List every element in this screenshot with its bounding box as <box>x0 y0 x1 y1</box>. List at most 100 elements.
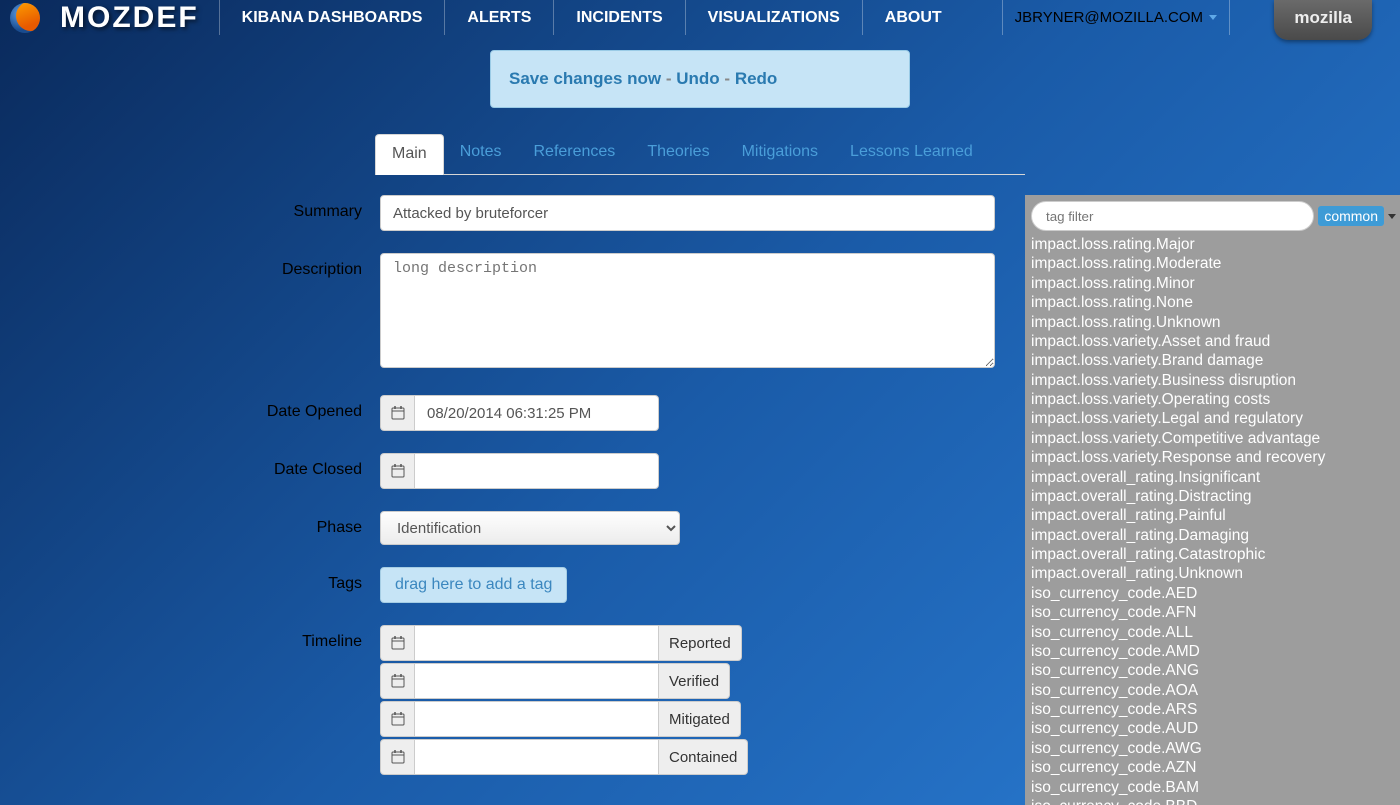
calendar-icon[interactable] <box>380 663 414 699</box>
nav-link-kibana-dashboards[interactable]: KIBANA DASHBOARDS <box>219 0 445 35</box>
timeline-mitigated-label: Mitigated <box>659 701 741 737</box>
tab-mitigations[interactable]: Mitigations <box>726 133 834 174</box>
date-closed-label: Date Closed <box>50 453 380 479</box>
tag-item[interactable]: impact.overall_rating.Damaging <box>1031 526 1396 545</box>
tag-item[interactable]: iso_currency_code.AED <box>1031 584 1396 603</box>
tag-item[interactable]: iso_currency_code.AFN <box>1031 603 1396 622</box>
tags-label: Tags <box>50 567 380 593</box>
timeline-row: Reported <box>380 625 1025 661</box>
tag-panel: common impact.loss.rating.Majorimpact.lo… <box>1025 195 1400 805</box>
tag-item[interactable]: impact.loss.rating.Moderate <box>1031 254 1396 273</box>
tag-item[interactable]: impact.loss.variety.Competitive advantag… <box>1031 429 1396 448</box>
mozilla-tab[interactable]: mozilla <box>1274 0 1372 40</box>
tag-item[interactable]: impact.loss.rating.Major <box>1031 235 1396 254</box>
tag-item[interactable]: iso_currency_code.AUD <box>1031 719 1396 738</box>
chevron-down-icon <box>1209 15 1217 20</box>
tag-item[interactable]: iso_currency_code.AWG <box>1031 739 1396 758</box>
tag-item[interactable]: impact.loss.rating.None <box>1031 293 1396 312</box>
tag-item[interactable]: impact.loss.variety.Response and recover… <box>1031 448 1396 467</box>
tag-dropzone[interactable]: drag here to add a tag <box>380 567 567 603</box>
date-opened-input[interactable] <box>414 395 659 431</box>
user-menu[interactable]: JBRYNER@MOZILLA.COM <box>1002 0 1230 35</box>
tag-item[interactable]: impact.loss.variety.Business disruption <box>1031 371 1396 390</box>
nav-link-alerts[interactable]: ALERTS <box>444 0 553 35</box>
tag-item[interactable]: iso_currency_code.AZN <box>1031 758 1396 777</box>
tag-item[interactable]: iso_currency_code.ALL <box>1031 623 1396 642</box>
message-box: Save changes now - Undo - Redo <box>490 50 910 108</box>
tag-item[interactable]: iso_currency_code.ARS <box>1031 700 1396 719</box>
description-input[interactable] <box>380 253 995 368</box>
date-opened-label: Date Opened <box>50 395 380 421</box>
row-date-opened: Date Opened <box>50 395 1025 431</box>
nav-link-about[interactable]: ABOUT <box>862 0 964 35</box>
calendar-icon[interactable] <box>380 739 414 775</box>
chevron-down-icon[interactable] <box>1388 214 1396 219</box>
timeline-row: Mitigated <box>380 701 1025 737</box>
tab-references[interactable]: References <box>517 133 631 174</box>
timeline-mitigated-input[interactable] <box>414 701 659 737</box>
summary-input[interactable] <box>380 195 995 231</box>
summary-label: Summary <box>50 195 380 221</box>
tag-item[interactable]: iso_currency_code.AOA <box>1031 681 1396 700</box>
date-closed-input[interactable] <box>414 453 659 489</box>
tag-item[interactable]: impact.loss.rating.Unknown <box>1031 313 1396 332</box>
nav-link-visualizations[interactable]: VISUALIZATIONS <box>685 0 862 35</box>
save-changes-link[interactable]: Save changes now <box>509 69 661 88</box>
undo-link[interactable]: Undo <box>676 69 719 88</box>
tag-item[interactable]: impact.overall_rating.Insignificant <box>1031 468 1396 487</box>
separator: - <box>724 69 734 88</box>
tag-item[interactable]: impact.overall_rating.Catastrophic <box>1031 545 1396 564</box>
row-date-closed: Date Closed <box>50 453 1025 489</box>
tag-item[interactable]: impact.overall_rating.Painful <box>1031 506 1396 525</box>
tag-item[interactable]: iso_currency_code.BAM <box>1031 778 1396 797</box>
tag-item[interactable]: iso_currency_code.ANG <box>1031 661 1396 680</box>
tag-item[interactable]: iso_currency_code.BBD <box>1031 797 1396 805</box>
tag-item[interactable]: impact.loss.rating.Minor <box>1031 274 1396 293</box>
nav-link-incidents[interactable]: INCIDENTS <box>553 0 684 35</box>
user-email: JBRYNER@MOZILLA.COM <box>1015 9 1203 26</box>
brand[interactable]: MOZDEF <box>60 1 199 35</box>
separator: - <box>666 69 676 88</box>
phase-select[interactable]: Identification <box>380 511 680 545</box>
nav-links: KIBANA DASHBOARDSALERTSINCIDENTSVISUALIZ… <box>219 0 964 35</box>
tag-item[interactable]: iso_currency_code.AMD <box>1031 642 1396 661</box>
incident-tabs: MainNotesReferencesTheoriesMitigationsLe… <box>375 133 1025 175</box>
tag-item[interactable]: impact.loss.variety.Legal and regulatory <box>1031 409 1396 428</box>
tab-notes[interactable]: Notes <box>444 133 518 174</box>
tag-item[interactable]: impact.loss.variety.Brand damage <box>1031 351 1396 370</box>
tab-main[interactable]: Main <box>375 134 444 175</box>
calendar-icon[interactable] <box>380 701 414 737</box>
form-left: Summary Description Date Opened <box>50 195 1025 805</box>
tab-lessons-learned[interactable]: Lessons Learned <box>834 133 989 174</box>
navbar: MOZDEF KIBANA DASHBOARDSALERTSINCIDENTSV… <box>0 0 1400 35</box>
tag-item[interactable]: impact.loss.variety.Asset and fraud <box>1031 332 1396 351</box>
tag-item[interactable]: impact.overall_rating.Unknown <box>1031 564 1396 583</box>
description-label: Description <box>50 253 380 279</box>
timeline-label: Timeline <box>50 625 380 651</box>
tag-item[interactable]: impact.loss.variety.Operating costs <box>1031 390 1396 409</box>
form-area: Summary Description Date Opened <box>0 195 1400 805</box>
tag-filter-input[interactable] <box>1031 201 1314 231</box>
timeline-contained-label: Contained <box>659 739 748 775</box>
common-badge[interactable]: common <box>1318 206 1384 226</box>
timeline-row: Verified <box>380 663 1025 699</box>
tag-list: impact.loss.rating.Majorimpact.loss.rati… <box>1031 235 1396 805</box>
row-timeline: Timeline ReportedVerifiedMitigatedContai… <box>50 625 1025 777</box>
timeline-verified-input[interactable] <box>414 663 659 699</box>
tag-item[interactable]: impact.overall_rating.Distracting <box>1031 487 1396 506</box>
calendar-icon[interactable] <box>380 395 414 431</box>
row-phase: Phase Identification <box>50 511 1025 545</box>
calendar-icon[interactable] <box>380 453 414 489</box>
timeline-contained-input[interactable] <box>414 739 659 775</box>
row-summary: Summary <box>50 195 1025 231</box>
redo-link[interactable]: Redo <box>735 69 778 88</box>
row-tags: Tags drag here to add a tag <box>50 567 1025 603</box>
firefox-icon <box>10 3 40 33</box>
timeline-verified-label: Verified <box>659 663 730 699</box>
phase-label: Phase <box>50 511 380 537</box>
timeline-reported-input[interactable] <box>414 625 659 661</box>
timeline-reported-label: Reported <box>659 625 742 661</box>
tab-theories[interactable]: Theories <box>631 133 725 174</box>
row-description: Description <box>50 253 1025 373</box>
calendar-icon[interactable] <box>380 625 414 661</box>
